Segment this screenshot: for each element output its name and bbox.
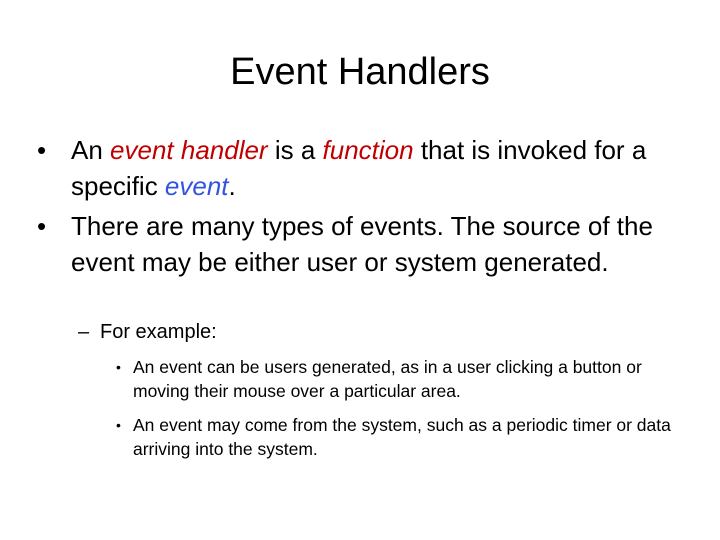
sub-sub-bullet-text: An event can be users generated, as in a… <box>133 357 642 401</box>
bullet-text: An event handler is a function that is i… <box>71 132 701 204</box>
slide-title: Event Handlers <box>230 51 490 93</box>
bullet-text-part: . <box>228 171 236 201</box>
bullet-text-part: An <box>71 135 111 165</box>
sub-bullet-text: For example: <box>100 321 217 343</box>
bullet-text-part: is a <box>267 135 323 165</box>
bullet-text: There are many types of events. The sour… <box>71 211 653 277</box>
bullet-mark: • <box>37 135 47 165</box>
term-event: event <box>164 171 229 201</box>
dash-mark: – <box>78 321 90 343</box>
bullet-mark: • <box>116 359 121 375</box>
sub-sub-bullet-text: An event may come from the system, such … <box>133 415 671 459</box>
bullet-mark: • <box>37 211 47 241</box>
term-function: function <box>322 135 414 165</box>
slide: Event Handlers • An event handler is a f… <box>0 0 720 540</box>
term-event-handler: event handler <box>110 135 268 165</box>
bullet-mark: • <box>116 417 121 433</box>
